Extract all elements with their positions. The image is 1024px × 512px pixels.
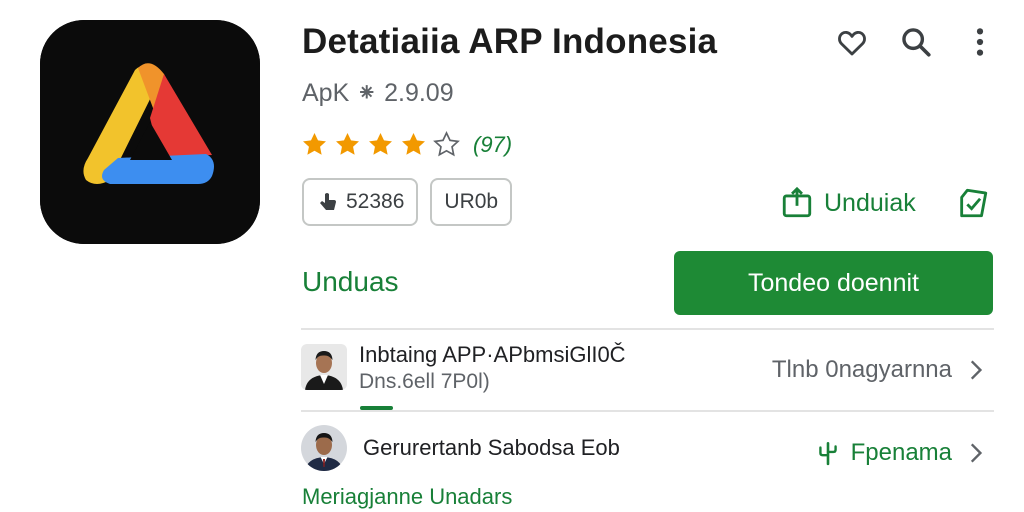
install-button[interactable]: Tondeo doennit: [674, 251, 993, 315]
star-filled-icon: [336, 133, 359, 155]
list-item-action[interactable]: Tlnb 0nagyarnna: [772, 356, 988, 384]
star-empty-icon: [433, 131, 460, 157]
more-options-button[interactable]: [962, 24, 998, 60]
rating-chip[interactable]: UR0b: [430, 178, 513, 226]
share-button[interactable]: [956, 186, 992, 222]
star-filled-icon: [303, 133, 326, 155]
list-item-action-label: Fpenama: [850, 439, 952, 466]
downloads-chip[interactable]: 52386: [302, 178, 419, 226]
avatar: [301, 344, 347, 390]
list-item-action[interactable]: Fpenama: [815, 439, 988, 467]
rating-count: (97): [473, 131, 513, 157]
list-item-subtitle: Dns.6ell 7P0l): [359, 370, 490, 393]
heart-icon: [838, 30, 866, 56]
star-filled-icon: [369, 133, 392, 155]
search-button[interactable]: [898, 24, 934, 60]
share-icon: [960, 188, 988, 218]
search-icon: [902, 28, 931, 57]
app-icon: [40, 20, 260, 244]
top-actions: [834, 24, 998, 60]
list-item-developer[interactable]: Inbtaing APP·APbmsiGlI0Č Dns.6ell 7P0l) …: [301, 342, 994, 394]
section-label: Unduas: [302, 266, 399, 297]
wishlist-button[interactable]: [834, 24, 870, 60]
app-version: ApK ⁕ 2.9.09: [302, 79, 454, 107]
person-avatar-icon: [301, 344, 347, 390]
person-avatar-icon: [301, 425, 347, 471]
avatar: [301, 425, 347, 471]
divider: [301, 328, 994, 330]
footer-link[interactable]: Meriagjanne Unadars: [302, 484, 512, 510]
download-link[interactable]: Unduiak: [780, 186, 916, 220]
app-title: Detatiaiia ARP Indonesia: [302, 22, 718, 61]
info-chips: 52386 UR0b: [302, 178, 513, 226]
rating-row: (97): [300, 130, 512, 159]
star-filled-icon: [402, 133, 425, 155]
download-box-icon: [782, 186, 812, 218]
rating-chip-label: UR0b: [444, 190, 499, 213]
download-hand-icon: [320, 193, 336, 210]
download-link-label: Unduiak: [824, 188, 916, 217]
chevron-right-icon: [970, 360, 983, 380]
cactus-icon: [818, 441, 837, 466]
divider: [301, 410, 994, 412]
list-item-title: Gerurertanb Sabodsa Eob: [363, 435, 620, 460]
downloads-chip-label: 52386: [346, 190, 405, 213]
list-item-title: Inbtaing APP·APbmsiGlI0Č: [359, 342, 626, 367]
list-item-action-label: Tlnb 0nagyarnna: [771, 356, 952, 383]
more-vert-icon: [976, 28, 984, 56]
list-item-publisher[interactable]: Gerurertanb Sabodsa Eob Fpenama: [301, 425, 994, 475]
app-logo-icon: [40, 20, 260, 244]
chevron-right-icon: [970, 443, 983, 463]
